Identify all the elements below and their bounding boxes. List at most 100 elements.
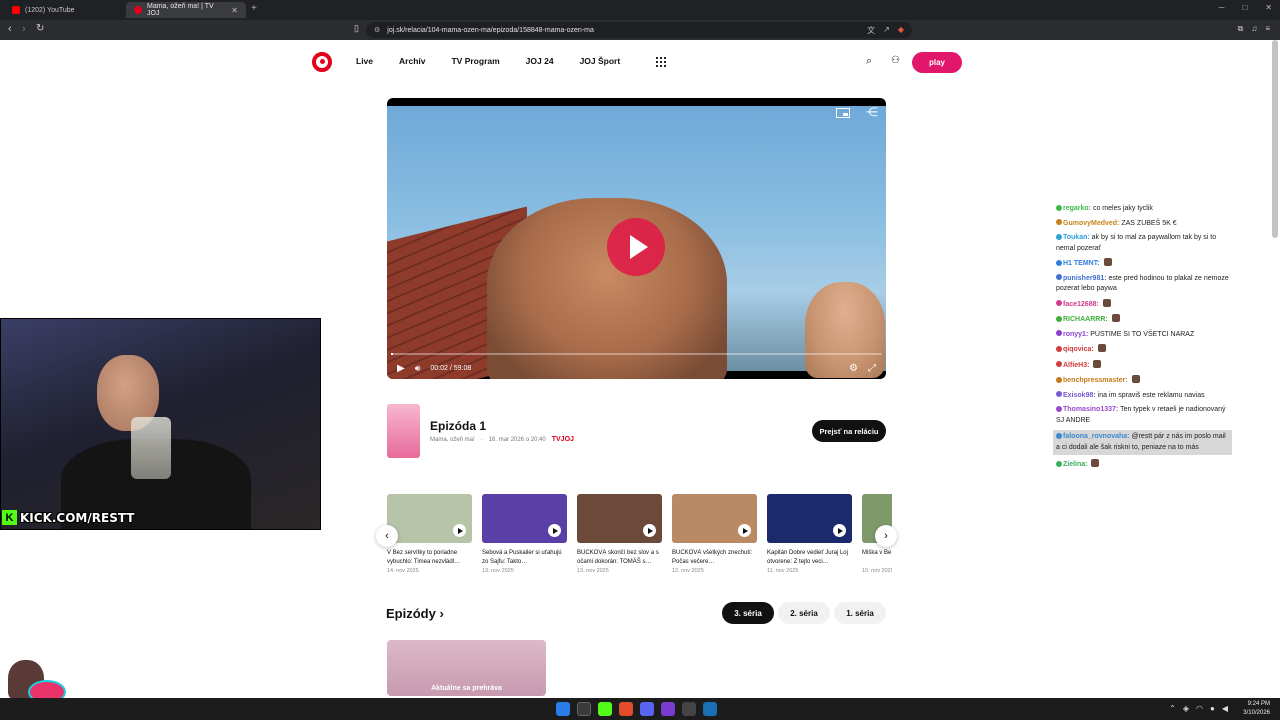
play-icon[interactable]: [453, 524, 466, 537]
chat-username[interactable]: punisher981:: [1063, 275, 1107, 282]
picture-in-picture-icon[interactable]: [836, 108, 850, 118]
episode-card[interactable]: Aktuálne sa prehráva: [387, 640, 546, 696]
back-icon[interactable]: ‹: [8, 23, 12, 35]
search-icon[interactable]: ⌕: [866, 55, 872, 68]
video-title[interactable]: BUČKOVÁ všetkých znechutí: Počas večere…: [672, 549, 757, 567]
video-progress-bar[interactable]: [391, 353, 882, 355]
url-field[interactable]: ⚙ joj.sk/relacia/104-mama-ozen-ma/epizod…: [366, 22, 912, 38]
video-title[interactable]: Miška v Be úprimnými…: [862, 549, 892, 567]
kick-branding: K KICK.COM/RESTT: [2, 510, 135, 525]
chat-username[interactable]: ronyy1:: [1063, 331, 1088, 338]
video-card[interactable]: Kapitán Dobre vedieť Juraj Loj otvorene:…: [767, 494, 852, 574]
apps-grid-icon[interactable]: [656, 57, 666, 67]
tab-season-1[interactable]: 1. séria: [834, 602, 886, 624]
play-icon[interactable]: [548, 524, 561, 537]
tray-app-icon[interactable]: ◈: [1183, 704, 1189, 713]
video-thumbnail[interactable]: [577, 494, 662, 543]
tab-season-2[interactable]: 2. séria: [778, 602, 830, 624]
tab-season-3[interactable]: 3. séria: [722, 602, 774, 624]
extensions-icon[interactable]: ⧉: [1238, 24, 1244, 34]
taskbar-clock[interactable]: 9:24 PM 3/10/2026: [1243, 700, 1270, 718]
video-thumbnail[interactable]: [672, 494, 757, 543]
video-card[interactable]: Šebová a Puskailer si uťahujú zo Sajfu: …: [482, 494, 567, 574]
show-poster[interactable]: [387, 404, 420, 458]
chat-username[interactable]: Exisok98:: [1063, 392, 1096, 399]
minimize-icon[interactable]: ─: [1219, 3, 1225, 12]
tab-youtube[interactable]: (1202) YouTube: [4, 2, 120, 18]
video-title[interactable]: V Bez servítky to poriadne vybuchlo: Tim…: [387, 549, 472, 567]
user-icon[interactable]: ⚇: [891, 55, 900, 66]
mic-icon[interactable]: ●: [1210, 704, 1215, 713]
go-to-show-button[interactable]: Prejsť na reláciu: [812, 420, 886, 442]
site-info-icon[interactable]: ⚙: [374, 26, 380, 34]
chat-username[interactable]: benchpressmaster:: [1063, 377, 1128, 384]
page-scrollbar[interactable]: [1272, 40, 1278, 238]
play-icon[interactable]: [833, 524, 846, 537]
play-icon[interactable]: [643, 524, 656, 537]
chat-username[interactable]: regarko:: [1063, 205, 1091, 212]
translate-icon[interactable]: 文: [867, 25, 875, 36]
wifi-icon[interactable]: ◠: [1196, 704, 1203, 713]
tray-chevron-icon[interactable]: ⌃: [1169, 704, 1176, 713]
video-thumbnail[interactable]: [387, 494, 472, 543]
taskview-icon[interactable]: [577, 702, 591, 716]
big-play-icon[interactable]: [607, 218, 665, 276]
nav-item-tv-program[interactable]: TV Program: [451, 56, 499, 66]
nav-item-joj24[interactable]: JOJ 24: [526, 56, 554, 66]
chat-username[interactable]: AlfieH3:: [1063, 362, 1089, 369]
chat-username[interactable]: Toukan:: [1063, 234, 1090, 241]
close-tab-icon[interactable]: ✕: [231, 6, 238, 15]
discord-icon[interactable]: [640, 702, 654, 716]
carousel-next-button[interactable]: ›: [875, 525, 897, 547]
steam-icon[interactable]: [703, 702, 717, 716]
joj-logo[interactable]: [312, 52, 332, 72]
new-tab-icon[interactable]: +: [251, 3, 257, 14]
kick-app-icon[interactable]: [598, 702, 612, 716]
episodes-heading[interactable]: Epizódy ›: [386, 606, 444, 621]
close-window-icon[interactable]: ✕: [1265, 3, 1272, 12]
video-thumbnail[interactable]: [482, 494, 567, 543]
chat-username[interactable]: Zielina:: [1063, 461, 1088, 468]
start-icon[interactable]: [556, 702, 570, 716]
video-card[interactable]: BUČKOVÁ všetkých znechutí: Počas večere……: [672, 494, 757, 574]
chat-username[interactable]: face12688:: [1063, 301, 1099, 308]
settings-icon[interactable]: ⚙: [849, 363, 858, 374]
video-player[interactable]: ⋲ ▶ 🔊︎ 00:02 / 59:08 ⚙ ⤢: [387, 98, 886, 379]
video-card[interactable]: V Bez servítky to poriadne vybuchlo: Tim…: [387, 494, 472, 574]
chat-username[interactable]: RICHAARRR:: [1063, 316, 1108, 323]
music-icon[interactable]: ♫: [1251, 24, 1257, 34]
bookmark-icon[interactable]: ▯: [354, 23, 359, 34]
tab-tvjoj[interactable]: Mama, ožeň ma! | TV JOJ ✕: [126, 2, 246, 18]
video-title[interactable]: Kapitán Dobre vedieť Juraj Loj otvorene:…: [767, 549, 852, 567]
play-icon[interactable]: ▶: [397, 363, 405, 374]
chat-username[interactable]: qiqovica:: [1063, 346, 1094, 353]
video-title[interactable]: Šebová a Puskailer si uťahujú zo Sajfu: …: [482, 549, 567, 567]
play-button[interactable]: play: [912, 52, 962, 73]
forward-icon[interactable]: ›: [22, 23, 26, 35]
play-icon[interactable]: [738, 524, 751, 537]
share-icon[interactable]: ⋲: [866, 105, 878, 119]
app-icon[interactable]: [661, 702, 675, 716]
video-title[interactable]: BUČKOVÁ skončí bez slov a s očami dokorá…: [577, 549, 662, 567]
maximize-icon[interactable]: □: [1242, 3, 1247, 12]
fullscreen-icon[interactable]: ⤢: [868, 363, 876, 374]
speaker-icon[interactable]: ◀: [1222, 704, 1228, 713]
volume-icon[interactable]: 🔊︎: [415, 363, 421, 374]
video-card[interactable]: BUČKOVÁ skončí bez slov a s očami dokorá…: [577, 494, 662, 574]
badge-icon: [1056, 405, 1062, 412]
chat-username[interactable]: Thomasino1337:: [1063, 406, 1118, 413]
chat-username[interactable]: GumovyMedved:: [1063, 220, 1119, 227]
shield-icon[interactable]: ◆: [898, 25, 904, 36]
reload-icon[interactable]: ↻: [36, 23, 44, 34]
brave-icon[interactable]: [619, 702, 633, 716]
nav-item-live[interactable]: Live: [356, 56, 373, 66]
chat-username[interactable]: H1 TEMNT:: [1063, 260, 1100, 267]
obs-icon[interactable]: [682, 702, 696, 716]
video-thumbnail[interactable]: [767, 494, 852, 543]
chat-username[interactable]: faloona_rovnovaha:: [1063, 433, 1130, 440]
share-page-icon[interactable]: ↗: [883, 25, 890, 36]
menu-icon[interactable]: ≡: [1265, 24, 1270, 34]
nav-item-archiv[interactable]: Archív: [399, 56, 425, 66]
nav-item-joj-sport[interactable]: JOJ Šport: [580, 56, 621, 66]
carousel-prev-button[interactable]: ‹: [376, 525, 398, 547]
